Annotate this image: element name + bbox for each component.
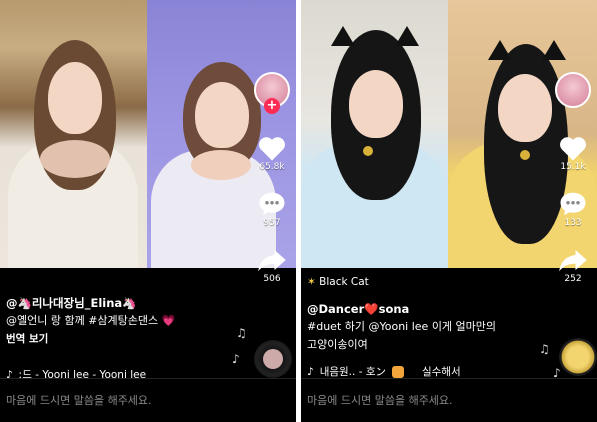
music-ticker[interactable]: ♪ 내음원.. - 호ン 실수해서 [307, 364, 461, 379]
action-sidebar: + 65.8k 957 506 [254, 72, 290, 284]
music-title-b: 실수해서 [421, 366, 461, 378]
video-panel-left: + 65.8k 957 506 @🦄리나대장님_Elina🦄 @옐언니 랑 함께… [0, 0, 296, 422]
duet-video-right[interactable] [301, 0, 597, 268]
like-action[interactable]: 65.8k [257, 134, 287, 172]
video-panel-right: 15.1k 133 252 ✶ Black Cat @Dancer❤️sona … [301, 0, 597, 422]
duet-video-left[interactable] [0, 0, 296, 268]
comment-count: 957 [263, 218, 281, 228]
caption-text-line-1: #duet 하기 @Yooni lee 이게 얼마만의 [307, 320, 497, 333]
comment-icon[interactable] [257, 190, 287, 218]
effect-tag[interactable]: ✶ Black Cat [307, 276, 369, 288]
heart-icon[interactable] [558, 134, 588, 162]
video-caption: @Dancer❤️sona #duet 하기 @Yooni lee 이게 얼마만… [307, 300, 537, 354]
video-caption: @🦄리나대장님_Elina🦄 @옐언니 랑 함께 #삼계탕손댄스 💗 번역 보기 [6, 294, 236, 348]
share-action[interactable]: 252 [558, 246, 588, 284]
like-count: 65.8k [259, 162, 285, 172]
follow-plus-icon[interactable]: + [264, 98, 280, 114]
caption-text-line-2: 고양이송이여 [307, 338, 368, 351]
comment-action[interactable]: 133 [558, 190, 588, 228]
creator-avatar[interactable]: + [254, 72, 290, 114]
screenshot-collage: + 65.8k 957 506 @🦄리나대장님_Elina🦄 @옐언니 랑 함께… [0, 0, 597, 422]
music-note-icon: ♪ [307, 365, 314, 378]
music-note-icon: ♪ [232, 352, 240, 366]
share-icon[interactable] [257, 246, 287, 274]
comment-action[interactable]: 957 [257, 190, 287, 228]
duet-video-left-original [0, 0, 147, 268]
translate-link[interactable]: 번역 보기 [6, 330, 236, 348]
share-count: 506 [263, 274, 281, 284]
music-badge-icon [391, 365, 404, 378]
creator-avatar[interactable] [555, 72, 591, 108]
music-note-icon: ♫ [236, 326, 247, 340]
comment-count: 133 [564, 218, 582, 228]
like-action[interactable]: 15.1k [558, 134, 588, 172]
comment-icon[interactable] [558, 190, 588, 218]
effect-name: Black Cat [319, 276, 369, 288]
action-sidebar: 15.1k 133 252 [555, 72, 591, 284]
sparkle-icon: ✶ [307, 276, 316, 288]
heart-icon[interactable] [257, 134, 287, 162]
creator-handle[interactable]: @🦄리나대장님_Elina🦄 [6, 294, 236, 312]
caption-text: @옐언니 랑 함께 #삼계탕손댄스 💗 [6, 314, 176, 327]
music-note-icon: ♫ [539, 342, 550, 356]
like-count: 15.1k [560, 162, 586, 172]
music-title-a: 내음원.. - 호ン [319, 366, 386, 378]
record-disc-icon[interactable] [559, 338, 597, 376]
comment-input[interactable]: 마음에 드시면 말씀을 해주세요. [0, 378, 296, 422]
duet-video-right-original [301, 0, 448, 268]
share-count: 252 [564, 274, 582, 284]
creator-handle[interactable]: @Dancer❤️sona [307, 300, 537, 318]
comment-input[interactable]: 마음에 드시면 말씀을 해주세요. [301, 378, 597, 422]
share-icon[interactable] [558, 246, 588, 274]
record-disc-icon[interactable] [254, 340, 292, 378]
share-action[interactable]: 506 [257, 246, 287, 284]
